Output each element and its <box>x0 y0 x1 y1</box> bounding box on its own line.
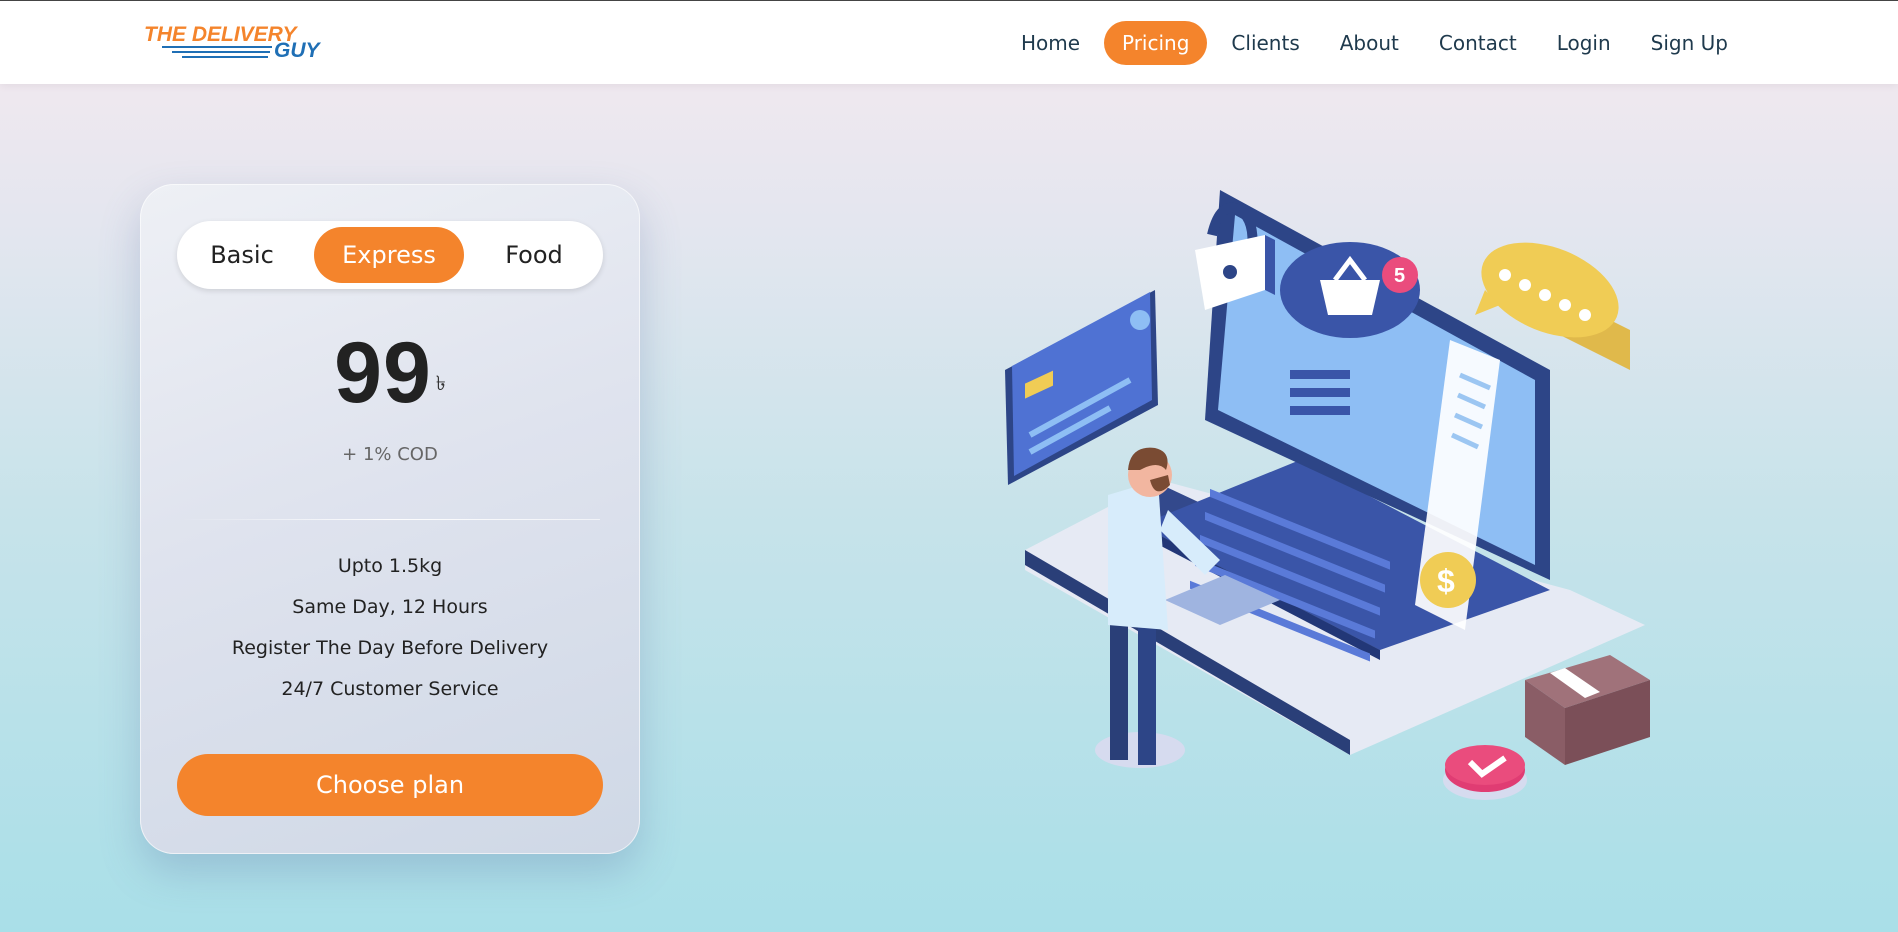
check-badge-icon <box>1443 745 1527 800</box>
price-amount: 99 <box>334 325 432 421</box>
basket-badge-count: 5 <box>1394 265 1405 287</box>
navbar: THE DELIVERY GUY Home Pricing Clients Ab… <box>0 0 1898 84</box>
main-nav: Home Pricing Clients About Contact Login… <box>1001 21 1748 65</box>
nav-clients[interactable]: Clients <box>1211 21 1319 65</box>
pricing-card: Basic Express Food 99 ৳ + 1% COD Upto 1.5… <box>140 184 640 854</box>
currency-symbol: ৳ <box>435 373 446 395</box>
tab-basic[interactable]: Basic <box>187 227 297 283</box>
cod-note: + 1% COD <box>342 444 438 465</box>
brand-logo[interactable]: THE DELIVERY GUY <box>142 23 352 67</box>
feature-item: Upto 1.5kg <box>337 555 443 577</box>
nav-home[interactable]: Home <box>1001 21 1100 65</box>
nav-sign-up[interactable]: Sign Up <box>1631 21 1748 65</box>
price: 99 ৳ <box>140 324 640 423</box>
choose-plan-button[interactable]: Choose plan <box>177 754 603 816</box>
nav-login[interactable]: Login <box>1537 21 1631 65</box>
feature-item: 24/7 Customer Service <box>281 678 499 700</box>
plan-tabs: Basic Express Food <box>177 221 603 289</box>
package-box-icon <box>1525 655 1650 765</box>
nav-contact[interactable]: Contact <box>1419 21 1537 65</box>
feature-item: Register The Day Before Delivery <box>231 637 549 659</box>
logo-line2: GUY <box>274 39 322 62</box>
tab-express[interactable]: Express <box>314 227 464 283</box>
nav-pricing[interactable]: Pricing <box>1104 21 1208 65</box>
nav-about[interactable]: About <box>1320 21 1419 65</box>
feature-item: Same Day, 12 Hours <box>292 596 488 618</box>
tab-food[interactable]: Food <box>479 227 589 283</box>
online-shopping-illustration: 5 $ <box>1005 190 1650 800</box>
feature-list: Upto 1.5kg Same Day, 12 Hours Register T… <box>140 546 640 710</box>
dollar-symbol: $ <box>1437 563 1455 599</box>
divider <box>180 519 600 520</box>
